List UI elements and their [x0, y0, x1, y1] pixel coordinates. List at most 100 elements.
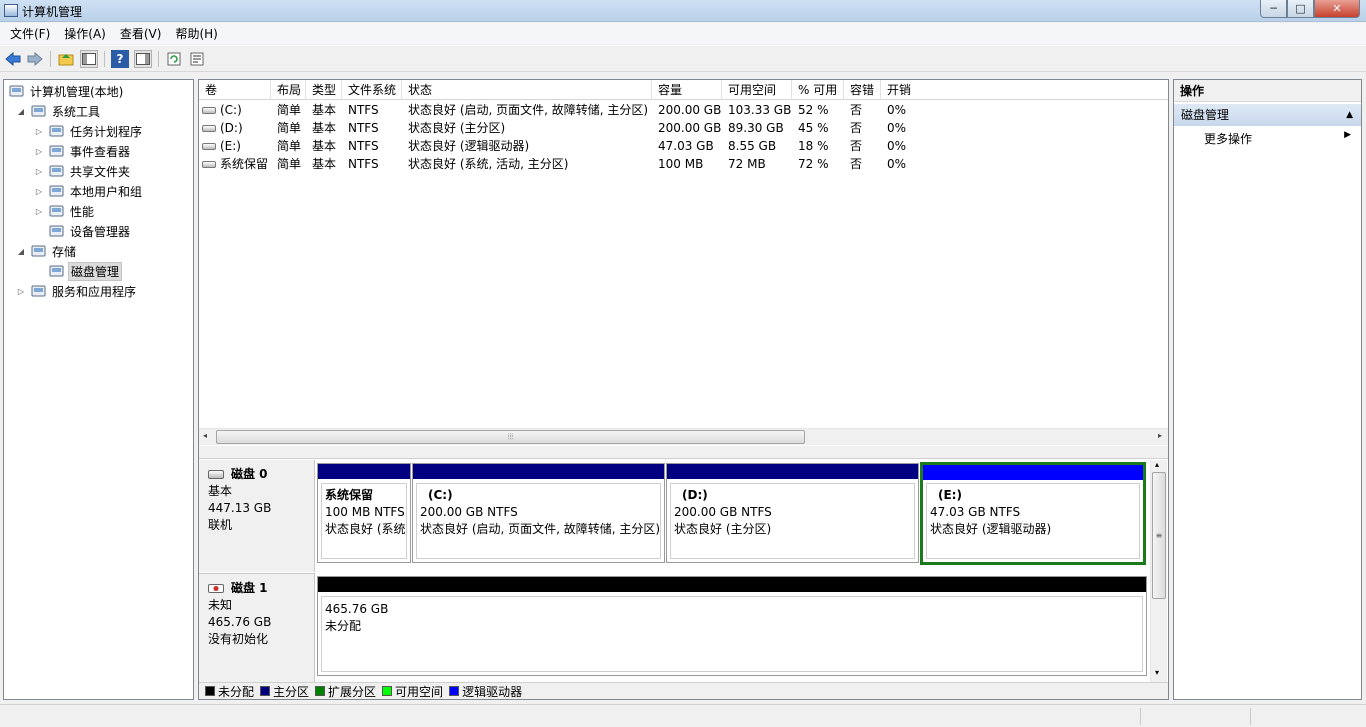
properties-icon[interactable]: [188, 50, 206, 68]
help-icon[interactable]: ?: [111, 50, 129, 68]
tree-item[interactable]: ◢ 存储: [16, 241, 78, 261]
cell-text: 否: [850, 157, 863, 171]
column-header[interactable]: 卷: [199, 80, 271, 100]
table-row[interactable]: (D:) 简单 基本 NTFS 状态良好 (主分区) 200.00 GB 89.30 GB 4…: [199, 119, 1168, 137]
minimize-button[interactable]: ─: [1260, 0, 1287, 18]
column-header[interactable]: 可用空间: [722, 80, 792, 100]
title-bar[interactable]: 计算机管理 ─ □ ✕: [0, 0, 1366, 22]
tree-expander-icon[interactable]: ▷: [34, 147, 44, 156]
table-cell: NTFS: [342, 119, 379, 137]
back-arrow-icon[interactable]: [4, 50, 22, 68]
column-header[interactable]: 布局: [271, 80, 306, 100]
menu-file[interactable]: 文件(F): [4, 25, 56, 42]
actions-section-disk-management[interactable]: 磁盘管理 ▲: [1174, 104, 1361, 126]
tree-item[interactable]: ▷ 服务和应用程序: [16, 281, 138, 301]
tree-item[interactable]: ▷ 任务计划程序: [34, 121, 144, 141]
drive-icon: [202, 125, 216, 132]
column-header[interactable]: 容错: [844, 80, 881, 100]
partition-e-selected[interactable]: (E:) 47.03 GB NTFS 状态良好 (逻辑驱动器): [920, 462, 1146, 565]
collapse-icon[interactable]: ▲: [1346, 104, 1353, 126]
tree-item[interactable]: 计算机管理(本地): [8, 81, 125, 101]
tree-item[interactable]: ▷ 本地用户和组: [34, 181, 144, 201]
table-row[interactable]: (E:) 简单 基本 NTFS 状态良好 (逻辑驱动器) 47.03 GB 8.55 GB 1…: [199, 137, 1168, 155]
table-cell: 系统保留: [199, 155, 268, 173]
tree-item-label: 存储: [52, 244, 77, 259]
cell-text: 状态良好 (逻辑驱动器): [408, 139, 530, 153]
table-cell: 52 %: [792, 101, 829, 119]
scroll-left-icon[interactable]: ◂: [203, 431, 207, 440]
table-cell: 0%: [881, 137, 906, 155]
scroll-right-icon[interactable]: ▸: [1158, 431, 1162, 440]
tree-item[interactable]: ▷ 性能: [34, 201, 96, 221]
partition-name: (C:): [428, 488, 453, 502]
tree-item[interactable]: 设备管理器: [34, 221, 132, 241]
forward-arrow-icon[interactable]: [26, 50, 44, 68]
cell-text: 47.03 GB: [658, 139, 714, 153]
tree-expander-icon[interactable]: ◢: [16, 247, 26, 256]
cell-text: 0%: [887, 139, 907, 153]
tree-item[interactable]: 磁盘管理: [34, 261, 123, 281]
column-header[interactable]: 文件系统: [342, 80, 402, 100]
column-header[interactable]: 类型: [306, 80, 342, 100]
cell-text: 系统保留: [220, 157, 269, 171]
navigation-tree[interactable]: 计算机管理(本地) ◢ 系统工具 ▷ 任务计划程序 ▷ 事件查看器 ▷ 共享文件夹 ▷ 本地用户和组…: [3, 79, 194, 700]
drive-icon: [202, 143, 216, 150]
partition-d[interactable]: (D:) 200.00 GB NTFS 状态良好 (主分区): [666, 463, 919, 563]
pane-splitter[interactable]: [199, 446, 1168, 459]
menu-bar: 文件(F) 操作(A) 查看(V) 帮助(H): [0, 23, 1366, 44]
cell-text: 基本: [312, 139, 337, 153]
tree-expander-icon[interactable]: ▷: [34, 127, 44, 136]
table-cell: 简单: [271, 101, 301, 119]
vertical-scroll-thumb[interactable]: ≡: [1152, 472, 1166, 599]
menu-view[interactable]: 查看(V): [114, 25, 168, 42]
cell-text: (E:): [220, 139, 241, 153]
partition-system-reserved[interactable]: 系统保留 100 MB NTFS 状态良好 (系统: [317, 463, 411, 563]
tree-item[interactable]: ▷ 共享文件夹: [34, 161, 132, 181]
partition-type-bar: [667, 464, 918, 479]
tree-expander-icon[interactable]: ▷: [34, 207, 44, 216]
column-header[interactable]: % 可用: [792, 80, 844, 100]
vertical-scrollbar[interactable]: ▴ ≡ ▾: [1150, 460, 1167, 682]
maximize-button[interactable]: □: [1287, 0, 1314, 18]
disk-name: 磁盘 0: [231, 467, 268, 481]
tree-item[interactable]: ▷ 事件查看器: [34, 141, 132, 161]
close-button[interactable]: ✕: [1314, 0, 1360, 18]
legend-label: 主分区: [273, 684, 310, 699]
refresh-icon[interactable]: [165, 50, 183, 68]
partition-type-bar: [318, 577, 1146, 592]
horizontal-scroll-thumb[interactable]: ⦙⦙⦙: [216, 430, 805, 444]
tree-item[interactable]: ◢ 系统工具: [16, 101, 102, 121]
system-tools-icon: [30, 103, 46, 119]
tree-expander-icon[interactable]: ▷: [34, 167, 44, 176]
legend-swatch: [315, 686, 326, 696]
legend-label: 可用空间: [395, 684, 444, 699]
disk-1-info[interactable]: 磁盘 1 未知 465.76 GB 没有初始化: [199, 573, 315, 682]
tree-expander-icon[interactable]: ▷: [34, 187, 44, 196]
up-folder-icon[interactable]: [57, 50, 75, 68]
more-actions-item[interactable]: 更多操作: [1204, 130, 1252, 147]
show-hide-tree-icon[interactable]: [80, 50, 98, 68]
scroll-up-icon[interactable]: ▴: [1155, 460, 1159, 469]
cell-text: 状态良好 (系统, 活动, 主分区): [408, 157, 569, 171]
table-cell: 0%: [881, 101, 906, 119]
partition-status: 状态良好 (主分区): [674, 522, 772, 536]
partition-name: (E:): [938, 488, 962, 502]
tree-expander-icon[interactable]: ◢: [16, 107, 26, 116]
scroll-down-icon[interactable]: ▾: [1155, 668, 1159, 677]
show-hide-action-pane-icon[interactable]: [134, 50, 152, 68]
column-header[interactable]: 容量: [652, 80, 722, 100]
legend-swatch: [205, 686, 215, 696]
table-row[interactable]: (C:) 简单 基本 NTFS 状态良好 (启动, 页面文件, 故障转储, 主分区) 20…: [199, 101, 1168, 119]
disk-0-info[interactable]: 磁盘 0 基本 447.13 GB 联机: [199, 460, 315, 572]
partition-unallocated[interactable]: 465.76 GB 未分配: [317, 576, 1147, 676]
horizontal-scrollbar[interactable]: ◂ ⦙⦙⦙ ▸: [199, 428, 1168, 445]
column-header[interactable]: 开销: [881, 80, 1168, 100]
menu-help[interactable]: 帮助(H): [169, 25, 223, 42]
menu-action[interactable]: 操作(A): [58, 25, 112, 42]
column-header[interactable]: 状态: [402, 80, 652, 100]
tree-expander-icon[interactable]: ▷: [16, 287, 26, 296]
cell-text: NTFS: [348, 121, 379, 135]
partition-c[interactable]: (C:) 200.00 GB NTFS 状态良好 (启动, 页面文件, 故障转储…: [412, 463, 665, 563]
table-row[interactable]: 系统保留 简单 基本 NTFS 状态良好 (系统, 活动, 主分区) 100 MB 72 M…: [199, 155, 1168, 173]
table-cell: 89.30 GB: [722, 119, 784, 137]
